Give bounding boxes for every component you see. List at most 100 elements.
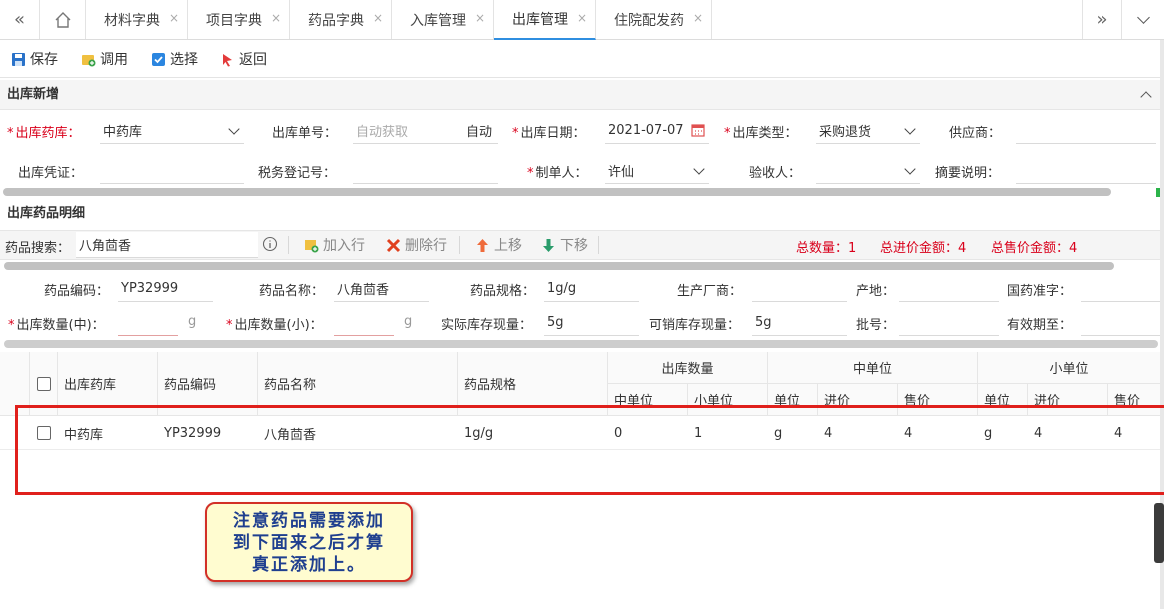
- divider: [459, 236, 460, 254]
- delete-row-button[interactable]: 删除行: [386, 236, 447, 254]
- section1-horizontal-scrollbar[interactable]: [3, 188, 1111, 196]
- origin-label: 产地：: [856, 284, 896, 299]
- close-icon[interactable]: ×: [169, 11, 179, 25]
- supplier-input[interactable]: [1016, 117, 1156, 144]
- maker-select[interactable]: 许仙: [605, 157, 709, 184]
- close-icon[interactable]: ×: [373, 11, 383, 25]
- home-icon: [55, 11, 70, 28]
- annotation-highlight-box: [15, 405, 1164, 495]
- toolbar: 保存 调用 选择 返回: [0, 40, 1164, 78]
- maker-label: * 制单人：: [527, 166, 588, 181]
- detail-horizontal-scrollbar[interactable]: [4, 340, 1158, 348]
- select-button[interactable]: 选择: [151, 50, 198, 68]
- section2-horizontal-scrollbar[interactable]: [4, 262, 1114, 270]
- qty-mid-unit: g: [188, 314, 197, 329]
- order-no-input[interactable]: 自动获取 自动: [353, 117, 498, 144]
- double-chevron-right-icon: »: [1096, 9, 1108, 30]
- close-icon[interactable]: ×: [271, 11, 281, 25]
- approval-no-label: 国药准字：: [1007, 284, 1073, 299]
- tab-stock-out[interactable]: 出库管理 ×: [494, 0, 596, 40]
- calendar-icon[interactable]: [691, 123, 705, 137]
- arrow-up-icon: [477, 238, 488, 252]
- manufacturer-input[interactable]: [752, 275, 847, 302]
- col-group-mid-unit: 中单位: [768, 352, 978, 384]
- total-purchase-amount: 总进价金额：4: [880, 241, 967, 256]
- expiry-label: 有效期至：: [1007, 318, 1073, 333]
- arrow-down-icon: [543, 238, 554, 252]
- batch-no-label: 批号：: [856, 318, 896, 333]
- expiry-input[interactable]: [1081, 309, 1160, 336]
- checker-label: 验收人：: [749, 166, 802, 181]
- scroll-tabs-right-button[interactable]: »: [1082, 0, 1122, 39]
- side-scroll-handle[interactable]: [1154, 503, 1164, 563]
- invoke-button[interactable]: 调用: [81, 50, 128, 68]
- scroll-indicator: [1156, 188, 1160, 197]
- chevron-down-icon: [1136, 11, 1150, 24]
- sellable-stock-input: 5g: [752, 309, 847, 336]
- close-icon[interactable]: ×: [475, 11, 485, 25]
- drug-search-input[interactable]: 八角茴香: [76, 232, 258, 258]
- drug-spec-input[interactable]: 1g/g: [544, 275, 639, 302]
- date-input[interactable]: 2021-07-07: [605, 117, 709, 144]
- date-label: * 出库日期：: [512, 126, 586, 141]
- manufacturer-label: 生产厂商：: [677, 284, 743, 299]
- chevron-down-icon: [904, 123, 916, 135]
- move-down-button[interactable]: 下移: [541, 236, 588, 254]
- col-group-small-unit: 小单位: [978, 352, 1160, 384]
- batch-no-input[interactable]: [899, 309, 999, 336]
- type-label: * 出库类型：: [724, 126, 798, 141]
- move-up-button[interactable]: 上移: [475, 236, 522, 254]
- save-icon: [12, 52, 25, 66]
- tab-material-dict[interactable]: 材料字典 ×: [86, 0, 188, 39]
- add-row-button[interactable]: 加入行: [304, 236, 365, 254]
- actual-stock-label: 实际库存现量：: [441, 318, 533, 333]
- warehouse-select[interactable]: 中药库: [100, 117, 244, 144]
- back-button[interactable]: 返回: [220, 50, 267, 68]
- origin-input[interactable]: [899, 275, 999, 302]
- voucher-input[interactable]: [100, 157, 244, 184]
- qty-small-input[interactable]: [334, 309, 394, 336]
- tax-no-input[interactable]: [353, 157, 498, 184]
- close-icon[interactable]: ×: [693, 11, 703, 25]
- tab-project-dict[interactable]: 项目字典 ×: [188, 0, 290, 39]
- qty-mid-input[interactable]: [118, 309, 178, 336]
- warehouse-label: * 出库药库：: [7, 126, 81, 141]
- section-header-drug-detail: 出库药品明细: [0, 199, 1160, 229]
- summary-input[interactable]: [1016, 157, 1156, 184]
- tab-bar: « 材料字典 × 项目字典 × 药品字典 × 入库管理 × 出库管理 × 住院配…: [0, 0, 1164, 40]
- home-tab[interactable]: [40, 0, 86, 39]
- col-group-out-qty: 出库数量: [608, 352, 768, 384]
- total-quantity: 总数量：1: [796, 241, 857, 256]
- chevron-down-icon: [228, 123, 240, 135]
- tab-drug-dict[interactable]: 药品字典 ×: [290, 0, 392, 39]
- actual-stock-input: 5g: [544, 309, 639, 336]
- type-select[interactable]: 采购退货: [816, 117, 920, 144]
- checker-select[interactable]: [816, 157, 920, 184]
- checkbox-checked-icon: [152, 52, 165, 66]
- drug-name-input[interactable]: 八角茴香: [334, 275, 429, 302]
- scroll-tabs-left-button[interactable]: «: [0, 0, 40, 39]
- section-header-stock-out-new: 出库新增: [0, 80, 1160, 110]
- divider: [598, 236, 599, 254]
- folder-add-icon: [82, 54, 96, 66]
- total-sale-amount: 总售价金额：4: [991, 241, 1078, 256]
- voucher-label: 出库凭证：: [18, 166, 84, 181]
- tab-inpatient-dispense[interactable]: 住院配发药 ×: [596, 0, 712, 39]
- drug-code-input[interactable]: YP32999: [118, 275, 213, 302]
- double-chevron-left-icon: «: [13, 9, 25, 30]
- info-icon[interactable]: [262, 236, 278, 252]
- approval-no-input[interactable]: [1081, 275, 1160, 302]
- supplier-label: 供应商：: [949, 126, 1002, 141]
- chevron-up-icon[interactable]: [1140, 91, 1152, 103]
- sellable-stock-label: 可销库存现量：: [649, 318, 741, 333]
- close-icon[interactable]: ×: [577, 11, 587, 25]
- tab-menu-button[interactable]: [1122, 0, 1164, 39]
- select-all-checkbox[interactable]: [36, 376, 51, 391]
- tab-stock-in[interactable]: 入库管理 ×: [392, 0, 494, 39]
- delete-x-icon: [386, 238, 401, 252]
- save-button[interactable]: 保存: [11, 50, 58, 68]
- chevron-down-icon: [904, 163, 916, 175]
- annotation-callout: 注意药品需要添加 到下面来之后才算 真正添加上。: [205, 502, 413, 582]
- drug-search-label: 药品搜索：: [5, 241, 71, 256]
- qty-mid-label: * 出库数量(中)：: [8, 318, 105, 333]
